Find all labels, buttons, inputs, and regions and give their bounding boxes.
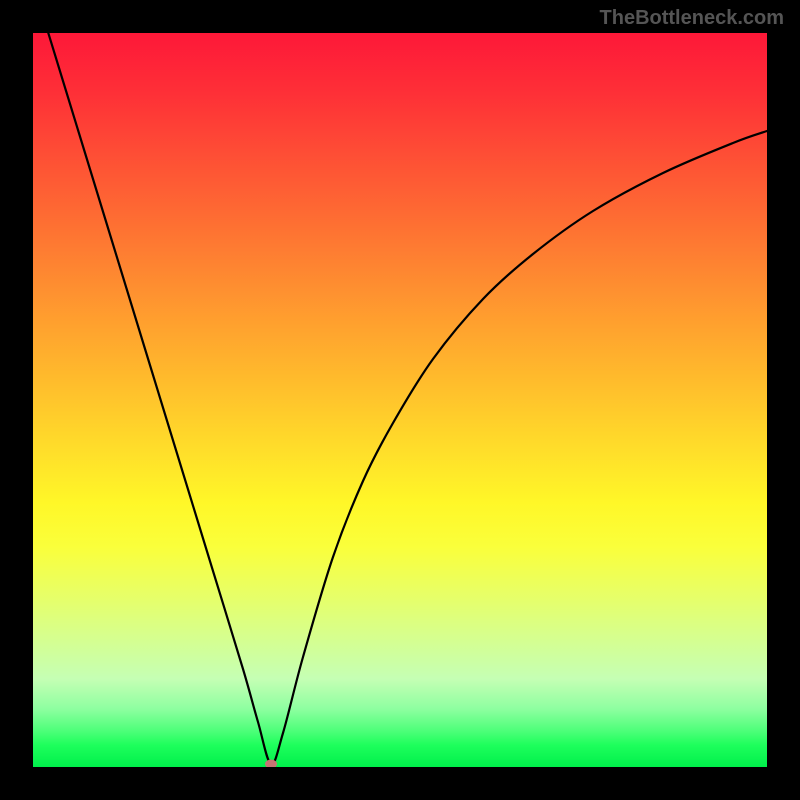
bottleneck-curve: [33, 33, 767, 764]
watermark-text: TheBottleneck.com: [600, 7, 784, 30]
curve-svg: [33, 33, 767, 767]
optimal-point-marker: [265, 760, 277, 768]
plot-area: [33, 33, 767, 767]
